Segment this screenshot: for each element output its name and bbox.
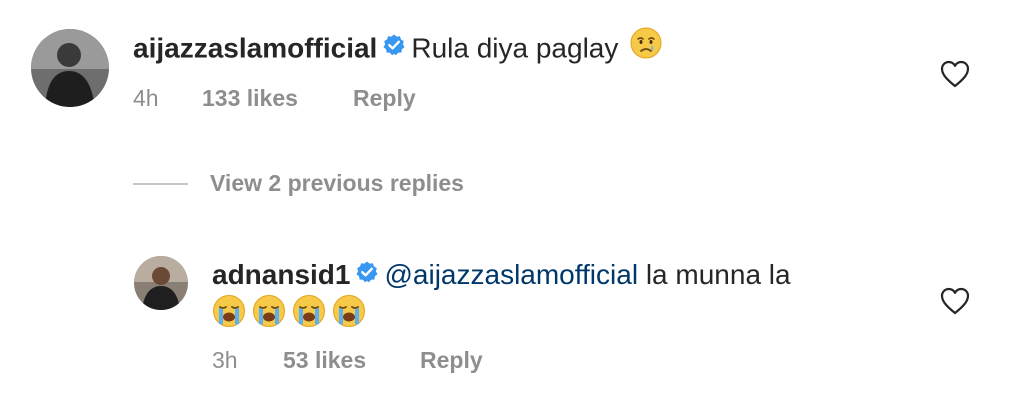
likes-count[interactable]: 133 likes (202, 84, 298, 112)
loudly-crying-face-icon (252, 294, 286, 333)
loudly-crying-face-icon (212, 294, 246, 333)
avatar[interactable] (134, 256, 188, 310)
comment-meta: 4h 133 likes Reply (133, 84, 453, 112)
reply-button[interactable]: Reply (353, 84, 416, 112)
view-replies-label[interactable]: View 2 previous replies (210, 168, 464, 198)
verified-badge-icon (356, 257, 378, 291)
mention-link[interactable]: @aijazzaslamofficial (384, 259, 638, 290)
timestamp: 3h (212, 347, 238, 373)
divider (133, 183, 188, 185)
comment-text: la munna la (645, 259, 791, 290)
loudly-crying-face-icon (332, 294, 366, 333)
crying-face-icon (630, 27, 662, 67)
comment-line: aijazzaslamofficial Rula diya paglay (133, 27, 662, 70)
like-heart-icon[interactable] (940, 60, 970, 88)
avatar[interactable] (31, 29, 109, 107)
reply-button[interactable]: Reply (420, 346, 483, 374)
username[interactable]: adnansid1 (212, 259, 350, 290)
comment-line: adnansid1 @aijazzaslamofficial la munna l… (212, 258, 791, 294)
like-heart-icon[interactable] (940, 287, 970, 315)
verified-badge-icon (383, 30, 405, 64)
likes-count[interactable]: 53 likes (283, 346, 366, 374)
avatar-image (31, 29, 109, 107)
timestamp: 4h (133, 85, 159, 111)
loudly-crying-face-icon (292, 294, 326, 333)
comment-meta: 3h 53 likes Reply (212, 346, 512, 374)
comment-text: Rula diya paglay (411, 32, 619, 64)
username[interactable]: aijazzaslamofficial (133, 32, 377, 63)
avatar-image (134, 256, 188, 310)
emoji-row (212, 294, 372, 333)
